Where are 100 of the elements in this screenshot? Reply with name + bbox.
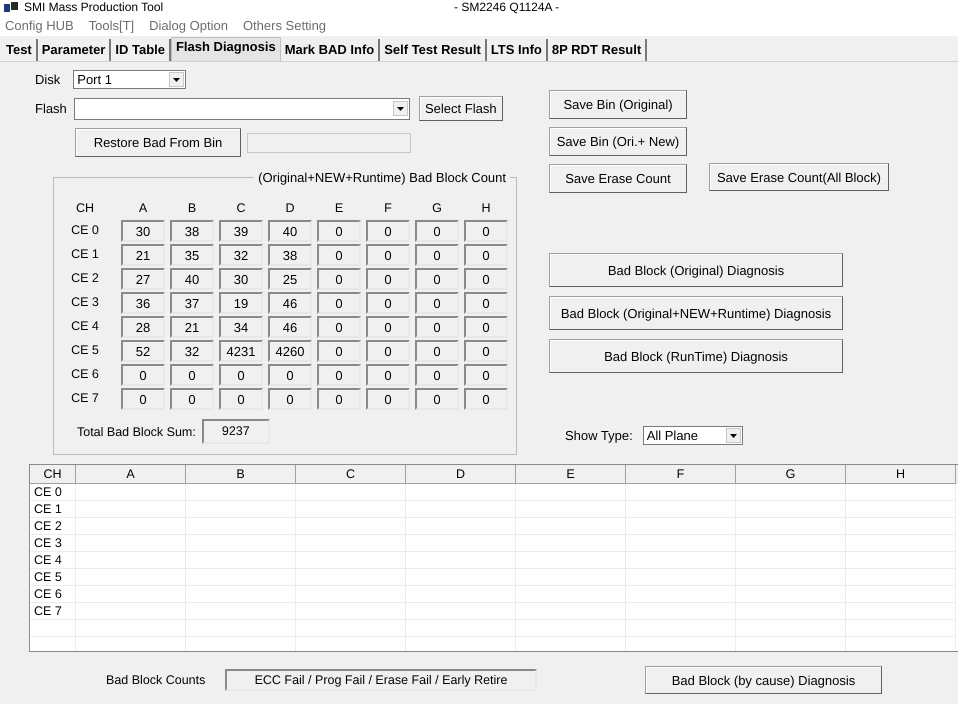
- count-cell: 0: [366, 292, 410, 314]
- count-cell: 27: [121, 268, 165, 290]
- count-cell: 0: [464, 364, 508, 386]
- path-field[interactable]: [247, 132, 411, 152]
- show-type-label: Show Type:: [565, 428, 633, 443]
- count-cell: 0: [415, 340, 459, 362]
- count-cell: 0: [170, 364, 214, 386]
- count-cell: 4260: [268, 340, 312, 362]
- count-cell: 0: [464, 340, 508, 362]
- column-header: H: [846, 465, 956, 484]
- bad-block-counts-label: Bad Block Counts: [106, 673, 206, 687]
- row-label: CE 0: [30, 484, 76, 501]
- count-cell: 4231: [219, 340, 263, 362]
- row-label: CE 1: [30, 501, 76, 518]
- count-cell: 38: [170, 220, 214, 242]
- column-header: CH: [74, 200, 96, 217]
- count-cell: 28: [121, 316, 165, 338]
- row-label: CE 3: [30, 535, 76, 552]
- tab[interactable]: Mark BAD Info: [280, 39, 380, 61]
- flash-label: Flash: [35, 101, 67, 116]
- tab[interactable]: Flash Diagnosis: [170, 37, 281, 61]
- column-header: F: [383, 200, 393, 217]
- save-button[interactable]: Save Bin (Original): [549, 90, 687, 119]
- row-label: CE 3: [70, 294, 100, 311]
- count-cell: 19: [219, 292, 263, 314]
- count-cell: 37: [170, 292, 214, 314]
- count-cell: 0: [170, 388, 214, 410]
- count-cell: 39: [219, 220, 263, 242]
- row-label: CE 7: [30, 603, 76, 620]
- count-cell: 0: [366, 364, 410, 386]
- count-cell: 25: [268, 268, 312, 290]
- group-title: (Original+NEW+Runtime) Bad Block Count: [254, 170, 510, 185]
- count-cell: 52: [121, 340, 165, 362]
- diagnosis-button[interactable]: Bad Block (RunTime) Diagnosis: [549, 339, 843, 373]
- count-cell: 40: [170, 268, 214, 290]
- count-cell: 0: [121, 388, 165, 410]
- menu-item[interactable]: Dialog Option: [149, 18, 228, 32]
- cause-diagnosis-button[interactable]: Bad Block (by cause) Diagnosis: [645, 666, 882, 694]
- count-cell: 0: [317, 364, 361, 386]
- column-header: C: [296, 465, 406, 484]
- row-label: CE 4: [70, 318, 100, 335]
- diagnosis-button[interactable]: Bad Block (Original) Diagnosis: [549, 253, 843, 287]
- count-cell: 0: [121, 364, 165, 386]
- row-label: CE 4: [30, 552, 76, 569]
- dropdown-field[interactable]: [74, 98, 410, 120]
- count-cell: 0: [415, 244, 459, 266]
- restore-button[interactable]: Restore Bad From Bin: [75, 128, 241, 157]
- count-cell: 0: [268, 388, 312, 410]
- column-header: C: [235, 200, 247, 217]
- save-all-button[interactable]: Save Erase Count(All Block): [709, 163, 889, 191]
- count-cell: 0: [464, 292, 508, 314]
- count-cell: 0: [317, 292, 361, 314]
- column-header: B: [186, 200, 198, 217]
- count-cell: 21: [121, 244, 165, 266]
- count-cell: 0: [415, 220, 459, 242]
- cause-field: ECC Fail / Prog Fail / Erase Fail / Early Retire: [225, 669, 537, 691]
- total-label: Total Bad Block Sum:: [77, 424, 196, 438]
- row-label: CE 2: [70, 270, 100, 287]
- menu-item[interactable]: Tools[T]: [88, 18, 134, 32]
- count-cell: 0: [219, 388, 263, 410]
- count-cell: 0: [415, 268, 459, 290]
- count-cell: 0: [317, 340, 361, 362]
- window-title: SMI Mass Production Tool: [24, 1, 164, 13]
- diagnosis-button[interactable]: Bad Block (Original+NEW+Runtime) Diagnosis: [549, 296, 843, 330]
- column-header: CH: [30, 465, 76, 484]
- column-header: G: [431, 200, 443, 217]
- dropdown-field[interactable]: Port 1: [73, 70, 186, 89]
- column-header: D: [284, 200, 296, 217]
- count-cell: 21: [170, 316, 214, 338]
- column-header: A: [76, 465, 186, 484]
- save-button[interactable]: Save Bin (Ori.+ New): [549, 127, 687, 156]
- count-cell: 34: [219, 316, 263, 338]
- table-cell: [30, 620, 76, 637]
- count-cell: 0: [268, 364, 312, 386]
- menu-item[interactable]: Config HUB: [5, 18, 74, 32]
- column-header: F: [626, 465, 736, 484]
- total-value: 9237: [202, 419, 270, 444]
- row-label: CE 0: [70, 222, 100, 239]
- select-flash-button[interactable]: Select Flash: [418, 96, 503, 121]
- count-cell: 0: [366, 220, 410, 242]
- count-cell: 0: [415, 388, 459, 410]
- count-cell: 36: [121, 292, 165, 314]
- row-label: CE 6: [30, 586, 76, 603]
- column-header: B: [186, 465, 296, 484]
- count-cell: 0: [366, 244, 410, 266]
- count-cell: 0: [464, 388, 508, 410]
- row-label: CE 5: [30, 569, 76, 586]
- count-cell: 0: [317, 220, 361, 242]
- count-cell: 0: [464, 244, 508, 266]
- row-label: CE 1: [70, 246, 100, 263]
- count-cell: 40: [268, 220, 312, 242]
- dropdown-field[interactable]: All Plane: [642, 426, 743, 445]
- save-button[interactable]: Save Erase Count: [549, 164, 687, 193]
- menu-item[interactable]: Others Setting: [242, 18, 326, 32]
- count-cell: 0: [317, 244, 361, 266]
- row-label: CE 2: [30, 518, 76, 535]
- count-cell: 38: [268, 244, 312, 266]
- count-cell: 0: [219, 364, 263, 386]
- count-cell: 0: [317, 388, 361, 410]
- row-label: CE 6: [70, 366, 100, 383]
